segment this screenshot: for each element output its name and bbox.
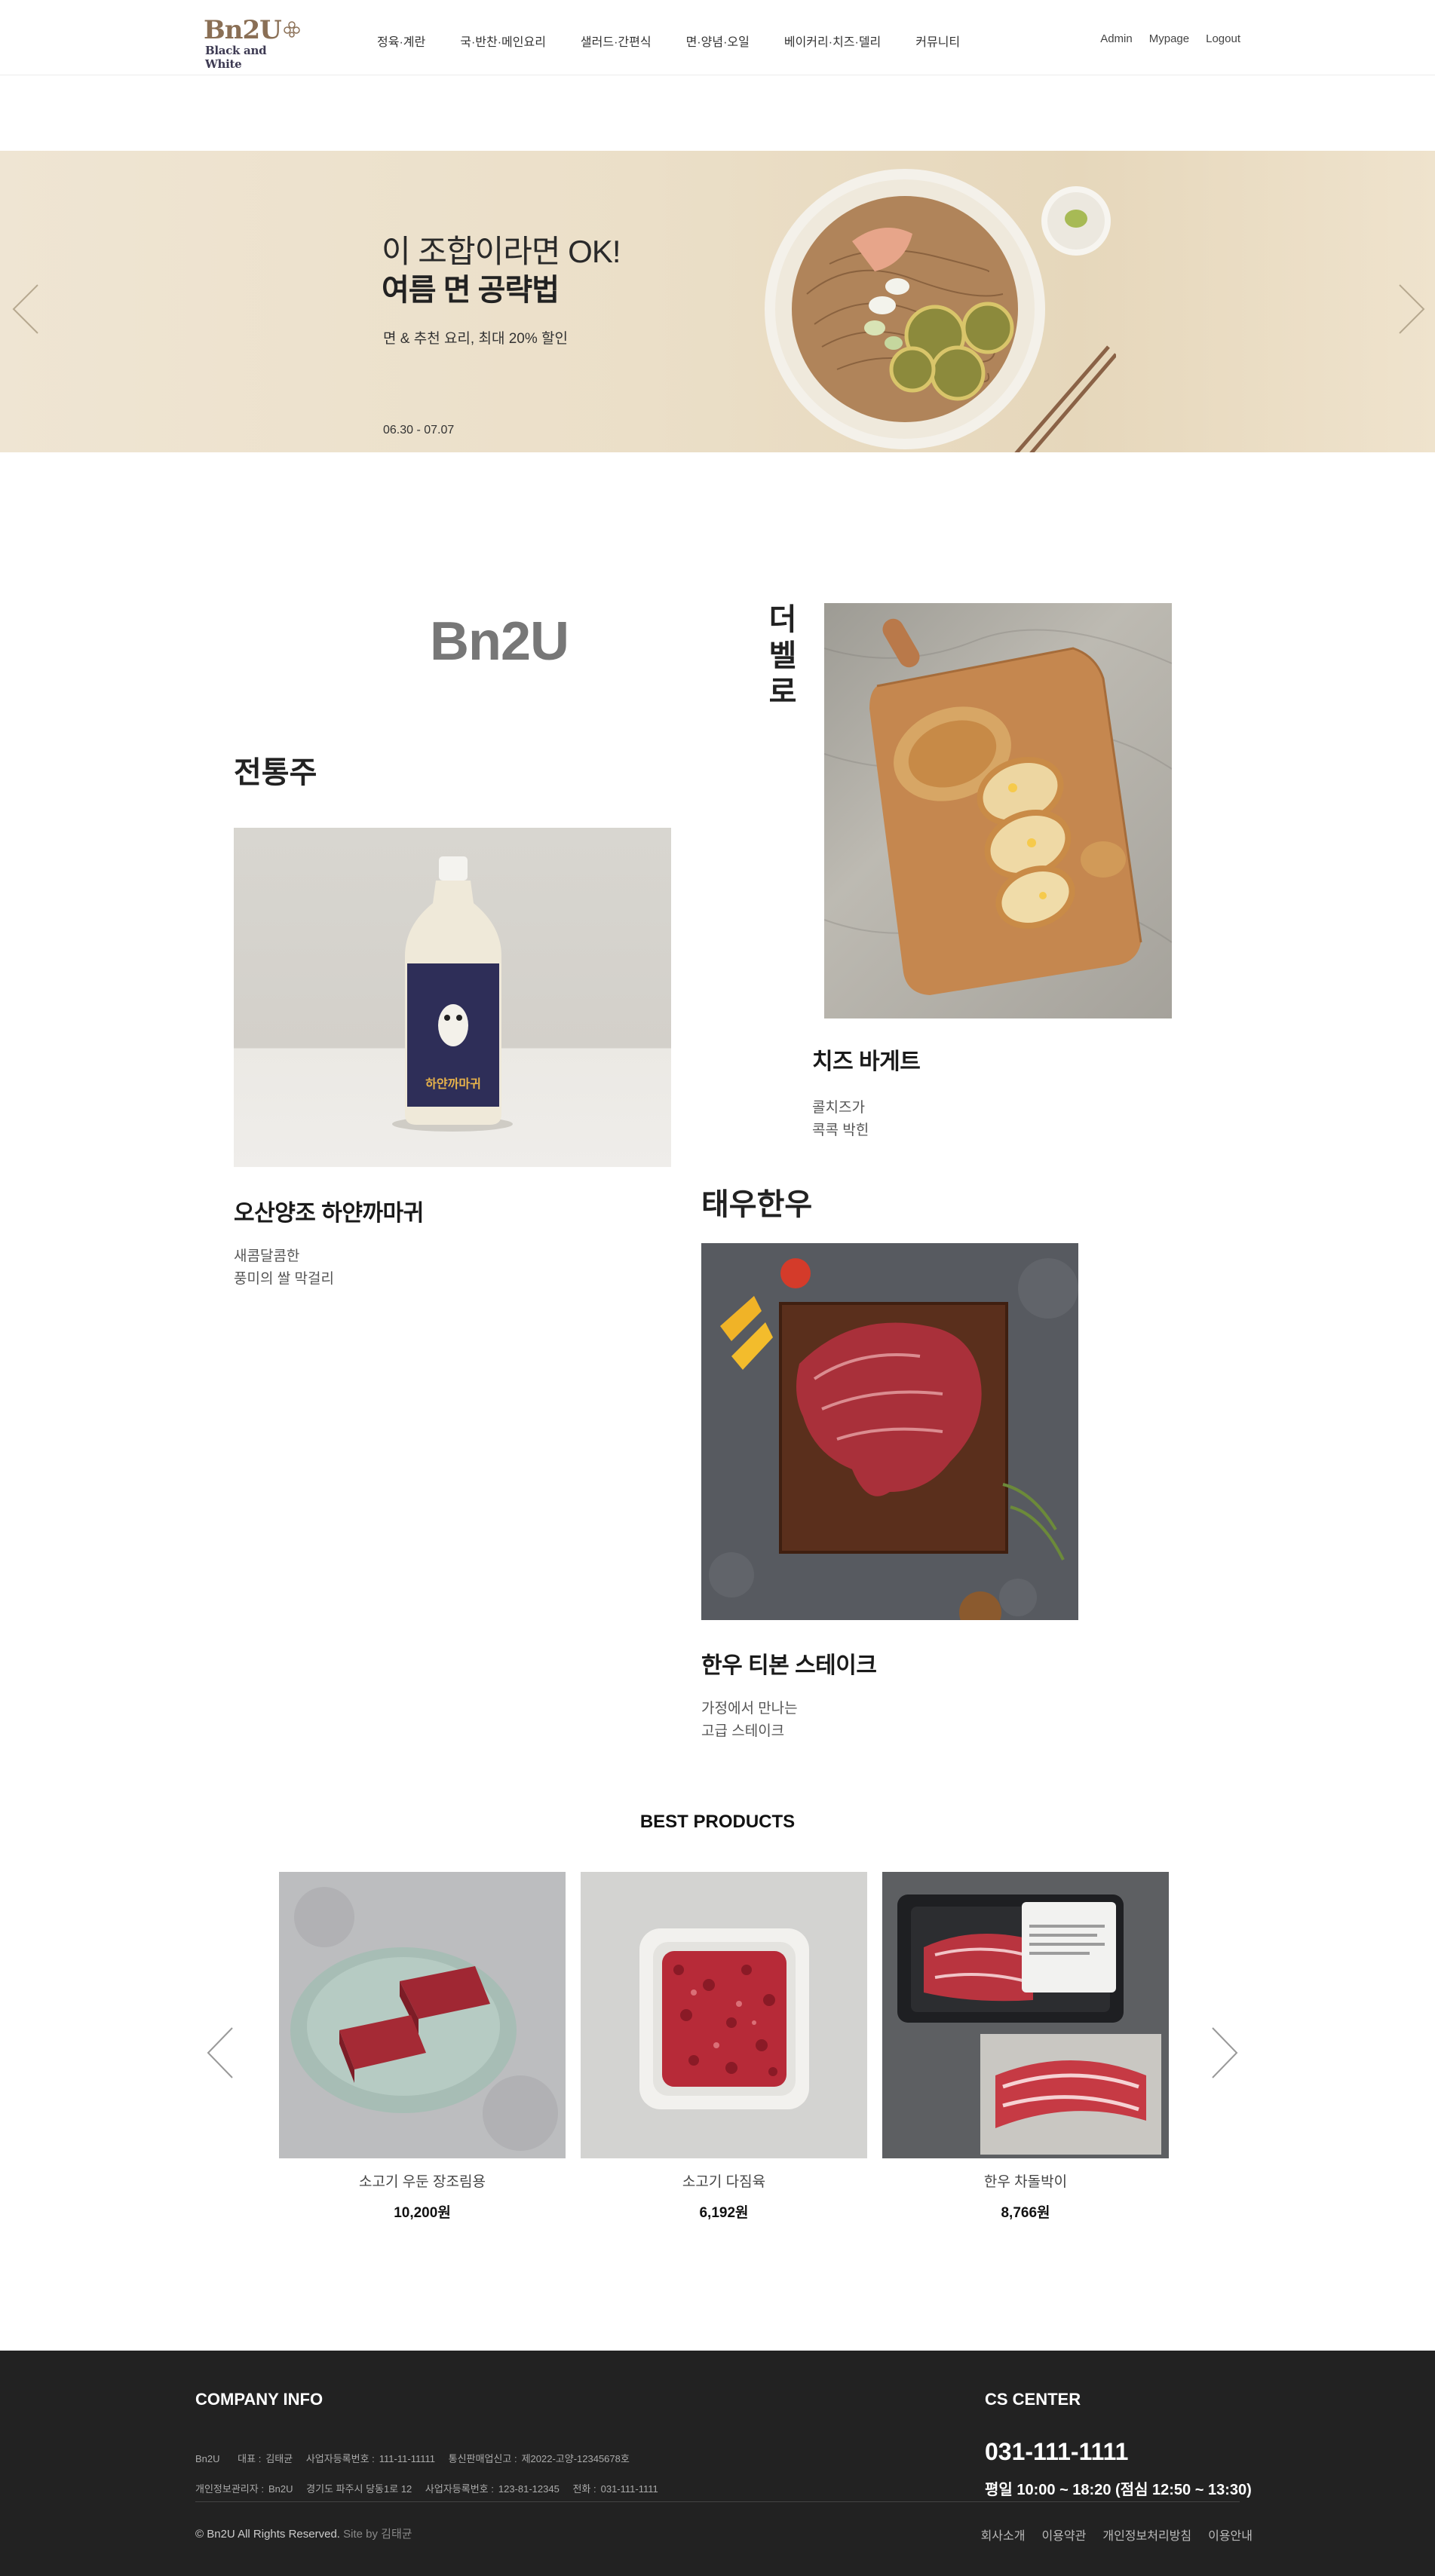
card-name-cheese-baguette[interactable]: 치즈 바게트: [812, 1043, 921, 1076]
main-nav: 정육·계란 국·반찬·메인요리 샐러드·간편식 면·양념·오일 베이커리·치즈·…: [377, 32, 960, 50]
cs-hours: 평일 10:00 ~ 18:20 (점심 12:50 ~ 13:30): [985, 2482, 1252, 2498]
hero-prev-arrow-icon[interactable]: [11, 283, 41, 335]
card-desc-line: 새콤달콤한: [234, 1248, 300, 1264]
company-info-value: Bn2U: [268, 2483, 293, 2495]
logo-wordmark: Bn2U: [204, 15, 282, 45]
best-next-arrow-icon[interactable]: [1210, 2026, 1240, 2079]
wasabi-dish-image: [1041, 186, 1111, 256]
best-prev-arrow-icon[interactable]: [205, 2026, 235, 2079]
card-desc-tbone-steak: 가정에서 만나는 고급 스테이크: [701, 1698, 798, 1743]
card-desc-line: 콕콕 박힌: [812, 1123, 869, 1138]
product-image[interactable]: [882, 1872, 1169, 2158]
nav-item-meat-egg[interactable]: 정육·계란: [377, 32, 425, 50]
company-info-label: 사업자등록번호 :: [425, 2483, 494, 2495]
company-info-label: 사업자등록번호 :: [305, 2453, 375, 2464]
admin-link[interactable]: Admin: [1100, 32, 1133, 45]
footer-link-privacy[interactable]: 개인정보처리방침: [1102, 2525, 1191, 2544]
card-desc-cheese-baguette: 콜치즈가 콕콕 박힌: [812, 1097, 869, 1142]
company-info-value: 김태균: [265, 2453, 293, 2464]
company-info-line: Bn2U 대표 : 김태균 사업자등록번호 : 111-11-11111 통신판매업…: [195, 2451, 640, 2465]
bottle-label-text: 하얀까마귀: [425, 1077, 481, 1091]
beef-plate-illustration: [279, 1872, 566, 2158]
cs-center-title: CS CENTER: [985, 2390, 1081, 2409]
nav-item-bakery-cheese[interactable]: 베이커리·치즈·델리: [784, 32, 881, 50]
company-info-line: 개인정보관리자 : Bn2U 경기도 파주시 당동1로 12 사업자등록번호 : 1…: [195, 2481, 669, 2495]
logo-main-text: Bn2U: [204, 15, 282, 45]
company-info-label: 개인정보관리자 :: [195, 2483, 264, 2495]
company-info-label: 전화 :: [572, 2483, 596, 2495]
site-header: Bn2U Black and White 정육·계란 국·반찬·메인요리 샐러드…: [0, 0, 1435, 75]
makgeolli-bottle-image[interactable]: 하얀까마귀: [234, 828, 671, 1167]
cs-phone[interactable]: 031-111-1111: [985, 2438, 1128, 2466]
footer-link-terms[interactable]: 이용약관: [1041, 2525, 1086, 2544]
bottle-illustration: 하얀까마귀: [392, 856, 513, 1132]
category-bakery-char: 더: [768, 603, 797, 636]
footer-divider: [195, 2501, 1240, 2502]
product-card[interactable]: 소고기 다짐육 6,192원: [581, 1872, 867, 2222]
logo-flower-icon: [284, 21, 300, 38]
card-name-tbone-steak[interactable]: 한우 티본 스테이크: [701, 1646, 877, 1680]
brand-heading: Bn2U: [430, 611, 569, 672]
ground-beef-illustration: [581, 1872, 867, 2158]
company-info-label: 대표 :: [238, 2453, 262, 2464]
hero-banner[interactable]: 이 조합이라면 OK! 여름 면 공략법 면 & 추천 요리, 최대 20% 할…: [0, 151, 1435, 452]
company-info-value: 제2022-고양-12345678호: [521, 2453, 630, 2464]
company-info-value: 경기도 파주시 당동1로 12: [306, 2483, 412, 2495]
card-desc-makgeolli: 새콤달콤한 풍미의 쌀 막걸리: [234, 1245, 334, 1291]
nav-item-noodle-sauce[interactable]: 면·양념·오일: [686, 32, 750, 50]
hero-description: 면 & 추천 요리, 최대 20% 할인: [383, 331, 568, 347]
copyright-text: © Bn2U All Rights Reserved.: [195, 2528, 340, 2541]
nav-item-salad[interactable]: 샐러드·간편식: [581, 32, 652, 50]
card-name-makgeolli[interactable]: 오산양조 하얀까마귀: [234, 1194, 424, 1227]
card-desc-line: 풍미의 쌀 막걸리: [234, 1271, 334, 1287]
best-products-title: BEST PRODUCTS: [639, 1812, 796, 1832]
category-traditional-title: 전통주: [234, 756, 317, 789]
company-info-label: 통신판매업신고 :: [448, 2453, 517, 2464]
util-menu: Admin Mypage Logout: [1100, 32, 1240, 45]
site-footer: COMPANY INFO Bn2U 대표 : 김태균 사업자등록번호 : 111-1…: [0, 2351, 1435, 2576]
company-info-value: 123-81-12345: [498, 2483, 560, 2495]
category-bakery-char: 로: [768, 675, 797, 709]
product-name[interactable]: 소고기 다짐육: [581, 2170, 867, 2191]
company-info-title: COMPANY INFO: [195, 2390, 323, 2409]
hero-title: 여름 면 공략법: [382, 274, 560, 307]
card-desc-line: 콜치즈가: [812, 1100, 865, 1116]
cheese-baguette-image[interactable]: [824, 603, 1172, 1018]
site-logo[interactable]: Bn2U Black and White: [201, 15, 302, 71]
logout-link[interactable]: Logout: [1206, 32, 1240, 45]
chopsticks-image: [1014, 345, 1116, 452]
product-price: 10,200원: [394, 2205, 451, 2221]
company-info-value: 031-111-1111: [600, 2483, 658, 2495]
logo-sub-text: Black and White: [205, 44, 267, 71]
company-info-value: 111-11-11111: [379, 2453, 435, 2464]
product-name[interactable]: 소고기 우둔 장조림용: [279, 2170, 566, 2191]
footer-links: 회사소개 이용약관 개인정보처리방침 이용안내: [981, 2525, 1253, 2544]
mypage-link[interactable]: Mypage: [1149, 32, 1189, 45]
hero-next-arrow-icon[interactable]: [1397, 283, 1427, 335]
card-desc-line: 고급 스테이크: [701, 1723, 785, 1739]
product-card[interactable]: 한우 차돌박이 8,766원: [882, 1872, 1169, 2222]
site-by-text: Site by 김태균: [343, 2528, 412, 2541]
product-price: 6,192원: [699, 2205, 749, 2221]
card-desc-line: 가정에서 만나는: [701, 1701, 798, 1717]
nav-item-community[interactable]: 커뮤니티: [915, 32, 960, 50]
tbone-steak-image[interactable]: [701, 1243, 1078, 1620]
footer-link-company[interactable]: 회사소개: [981, 2525, 1026, 2544]
copyright: © Bn2U All Rights Reserved. Site by 김태균: [195, 2525, 412, 2541]
product-name[interactable]: 한우 차돌박이: [882, 2170, 1169, 2191]
category-bakery-char: 벨: [768, 639, 797, 672]
steak-illustration: [701, 1243, 1078, 1620]
brisket-package-illustration: [882, 1872, 1169, 2158]
category-hanwoo-title: 태우한우: [701, 1188, 813, 1221]
category-bakery-title: 더 벨 로: [765, 602, 801, 710]
product-price: 8,766원: [1001, 2205, 1050, 2221]
company-info-label: Bn2U: [195, 2453, 220, 2464]
product-card[interactable]: 소고기 우둔 장조림용 10,200원: [279, 1872, 566, 2222]
product-image[interactable]: [279, 1872, 566, 2158]
cutting-board-illustration: [824, 618, 1172, 995]
product-image[interactable]: [581, 1872, 867, 2158]
nav-item-soup-side[interactable]: 국·반찬·메인요리: [460, 32, 546, 50]
footer-link-guide[interactable]: 이용안내: [1208, 2525, 1253, 2544]
hero-date: 06.30 - 07.07: [383, 424, 455, 436]
